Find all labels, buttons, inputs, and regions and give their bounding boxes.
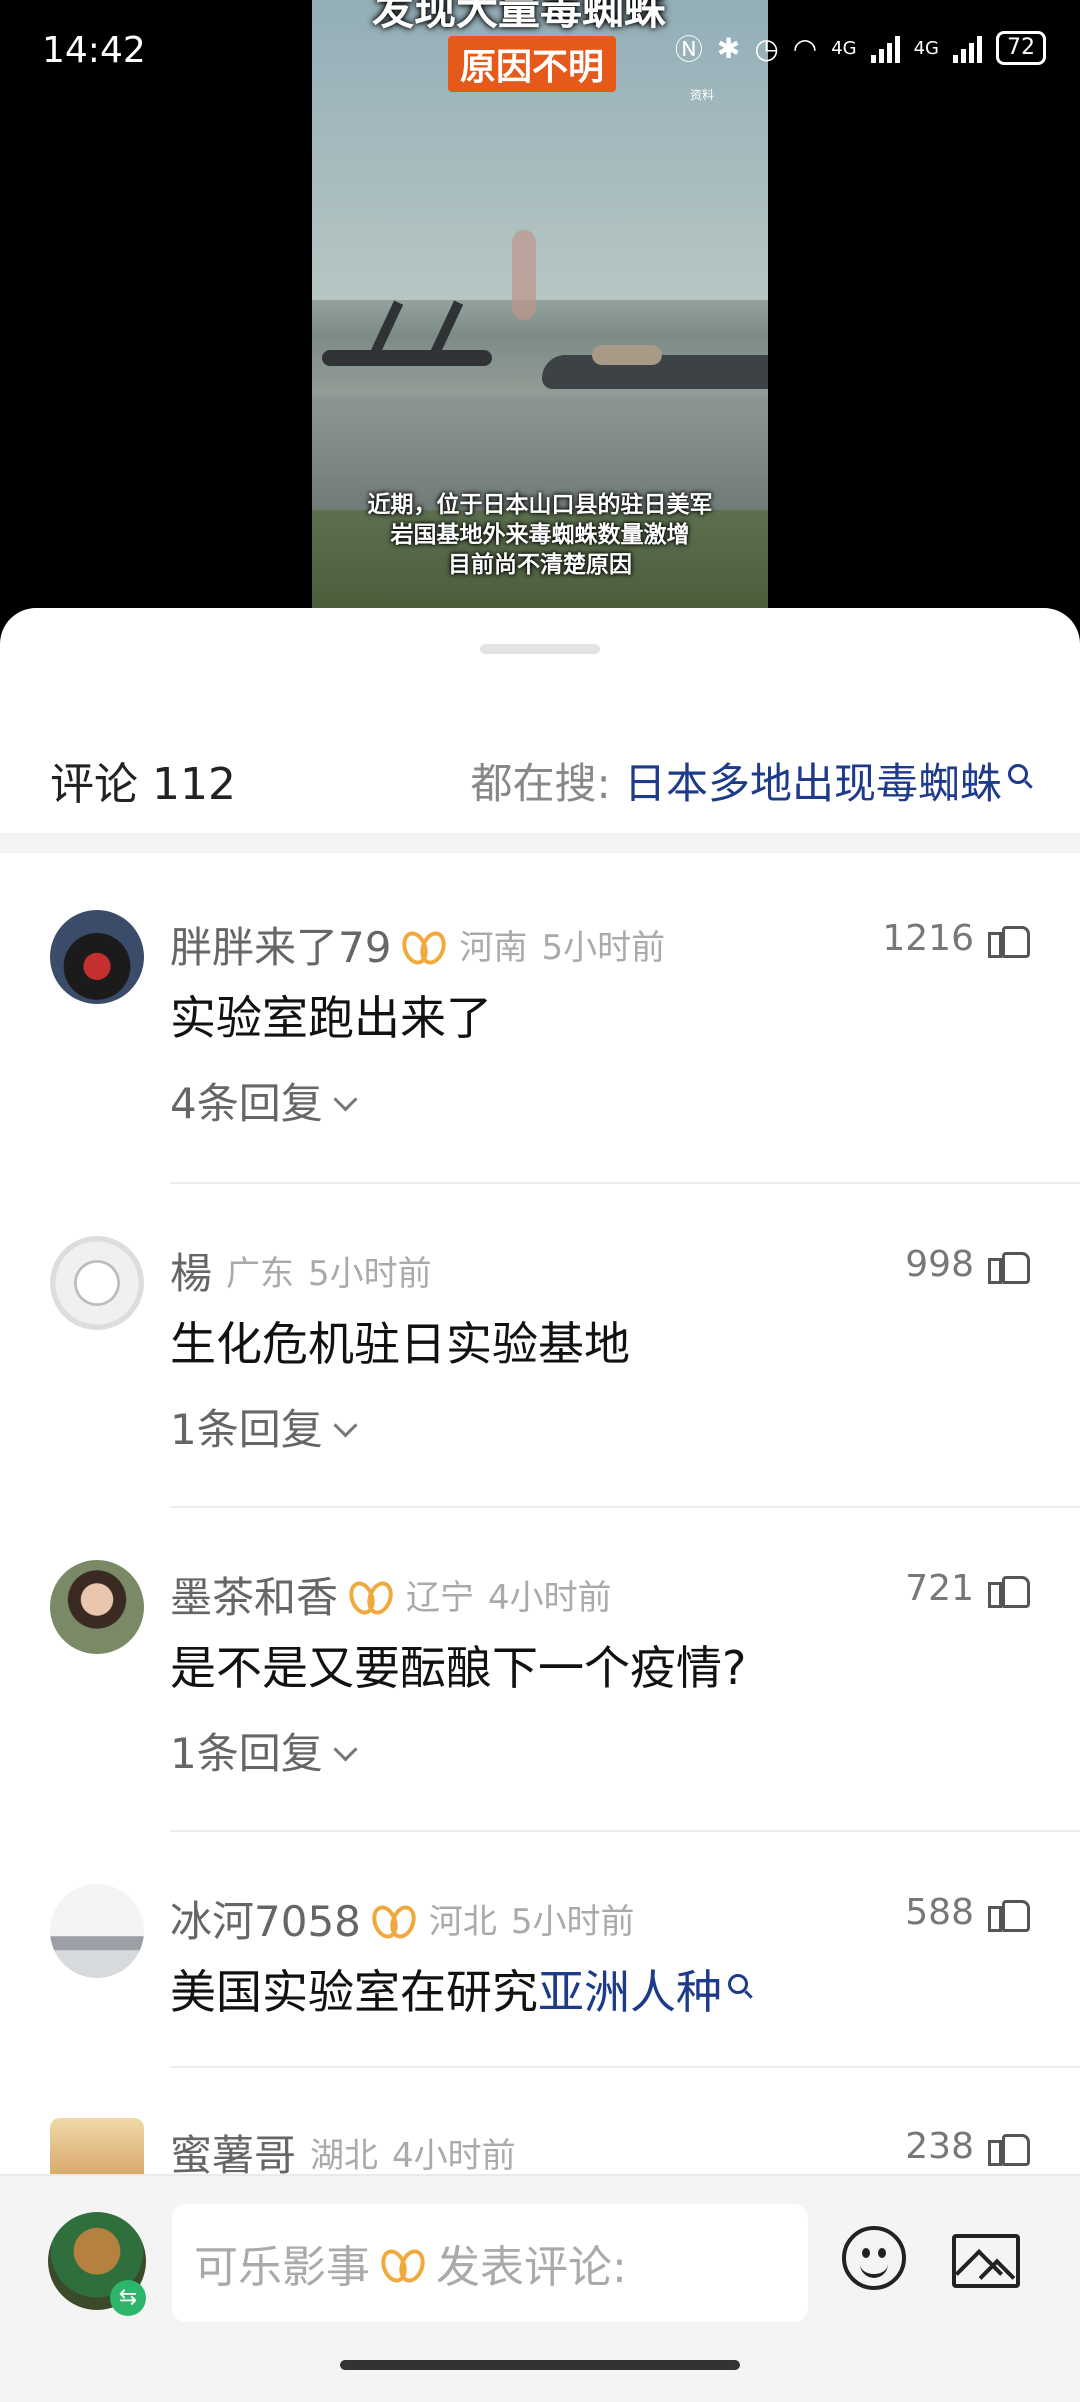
status-time: 14:42 (42, 30, 146, 71)
thumb-up-icon[interactable] (988, 1246, 1030, 1284)
vip-icon (403, 927, 445, 963)
chevron-down-icon (333, 1737, 358, 1762)
wifi-icon: ◠ (792, 31, 818, 65)
comment-text-plain: 美国实验室在研究 (170, 1965, 538, 2019)
comment-user-row: 冰河7058 河北 5小时前 (170, 1888, 635, 1949)
comment-divider (170, 1506, 1080, 1508)
emoji-icon[interactable] (842, 2226, 906, 2290)
like-count: 721 (905, 1568, 974, 1609)
comment-location: 湖北 (310, 2136, 379, 2176)
vip-icon (382, 2245, 424, 2281)
image-icon[interactable] (952, 2234, 1020, 2288)
username[interactable]: 冰河7058 (170, 1888, 361, 1949)
comment-user-row: 楊 广东 5小时前 (170, 1240, 432, 1301)
comment-text: 是不是又要酝酿下一个疫情? (170, 1641, 747, 1695)
thumb-up-icon[interactable] (988, 1894, 1030, 1932)
chevron-down-icon (333, 1413, 358, 1438)
like-count: 998 (905, 1244, 974, 1285)
replies-label: 4条回复 (170, 1079, 323, 1128)
vip-icon (350, 1577, 392, 1613)
thumb-up-icon[interactable] (988, 1570, 1030, 1608)
replies-toggle[interactable]: 1条回复 (170, 1720, 358, 1781)
search-prefix: 都在搜: (470, 759, 624, 808)
emoji-mouth (860, 2260, 888, 2278)
comment-text: 生化危机驻日实验基地 (170, 1317, 630, 1371)
search-icon[interactable] (728, 1974, 748, 1994)
comment-search-link[interactable]: 亚洲人种 (538, 1965, 722, 2019)
status-icons: Ⓝ ✱ ◷ ◠ 4G 4G 72 (675, 28, 1046, 68)
network-label: 4G (831, 37, 857, 59)
network-label-2: 4G (913, 37, 939, 59)
jet-shape (592, 345, 662, 365)
username[interactable]: 胖胖来了79 (170, 914, 391, 975)
section-separator (0, 833, 1080, 853)
signal-icon (870, 33, 900, 63)
signal-icon-2 (953, 33, 982, 63)
username[interactable]: 楊 (170, 1240, 212, 1301)
vip-icon (373, 1901, 415, 1937)
replies-toggle[interactable]: 4条回复 (170, 1070, 358, 1131)
avatar[interactable] (50, 1560, 144, 1654)
jet-shape (322, 350, 492, 366)
caption-line: 岩国基地外来毒蜘蛛数量激增 (390, 522, 690, 548)
comment-location: 辽宁 (406, 1578, 475, 1618)
status-bar: 14:42 Ⓝ ✱ ◷ ◠ 4G 4G 72 (0, 0, 1080, 100)
like-count: 238 (905, 2126, 974, 2167)
like-button[interactable]: 721 (905, 1568, 1030, 1609)
like-count: 1216 (882, 918, 974, 959)
comment-divider (170, 1830, 1080, 1832)
comment-location: 广东 (226, 1254, 295, 1294)
comment-time: 5小时前 (308, 1254, 432, 1294)
input-username: 可乐影事 (194, 2242, 370, 2293)
comment-count: 评论 112 (50, 759, 236, 810)
avatar[interactable] (50, 910, 144, 1004)
comment-text: 实验室跑出来了 (170, 991, 492, 1045)
like-count: 588 (905, 1892, 974, 1933)
comment-input[interactable]: 可乐影事 发表评论: (172, 2204, 808, 2322)
search-icon[interactable] (1008, 764, 1028, 784)
like-button[interactable]: 588 (905, 1892, 1030, 1933)
caption-line: 目前尚不清楚原因 (448, 552, 632, 578)
search-keyword[interactable]: 日本多地出现毒蜘蛛 (624, 759, 1002, 808)
comment-time: 5小时前 (541, 928, 666, 968)
video-smoke (512, 230, 536, 320)
comments-header: 评论 112 都在搜: 日本多地出现毒蜘蛛 (0, 728, 1080, 820)
comment-sheet: 评论 112 都在搜: 日本多地出现毒蜘蛛 胖胖来了79 河南 5小时前 121… (0, 608, 1080, 2400)
jet-shape (370, 300, 404, 355)
nfc-icon: Ⓝ (674, 33, 703, 66)
switch-account-icon[interactable]: ⇆ (110, 2280, 146, 2316)
thumb-up-icon[interactable] (988, 920, 1030, 958)
like-button[interactable]: 238 (905, 2126, 1030, 2167)
replies-toggle[interactable]: 1条回复 (170, 1396, 358, 1457)
alarm-icon: ◷ (754, 31, 779, 65)
comment-user-row: 胖胖来了79 河南 5小时前 (170, 914, 665, 975)
comment-user-row: 墨茶和香 辽宁 4小时前 (170, 1564, 612, 1625)
drag-handle[interactable] (480, 644, 600, 654)
comment-location: 河北 (428, 1902, 497, 1942)
comment-text: 美国实验室在研究亚洲人种 (170, 1956, 748, 2022)
comment-time: 5小时前 (510, 1902, 635, 1942)
avatar[interactable] (50, 1236, 144, 1330)
like-button[interactable]: 1216 (882, 918, 1030, 959)
battery-icon: 72 (996, 31, 1046, 65)
comment-time: 4小时前 (392, 2136, 516, 2176)
comment-location: 河南 (459, 928, 528, 968)
trending-search[interactable]: 都在搜: 日本多地出现毒蜘蛛 (470, 750, 1028, 811)
like-button[interactable]: 998 (905, 1244, 1030, 1285)
jet-shape (430, 300, 464, 355)
home-indicator[interactable] (340, 2360, 740, 2370)
replies-label: 1条回复 (170, 1729, 323, 1778)
comment-time: 4小时前 (488, 1578, 612, 1618)
input-placeholder: 发表评论: (436, 2242, 627, 2293)
video-caption: 近期，位于日本山口县的驻日美军 岩国基地外来毒蜘蛛数量激增 目前尚不清楚原因 (312, 490, 768, 580)
comment-divider (170, 1182, 1080, 1184)
avatar[interactable] (50, 1884, 144, 1978)
caption-line: 近期，位于日本山口县的驻日美军 (367, 492, 713, 518)
username[interactable]: 墨茶和香 (170, 1564, 338, 1625)
replies-label: 1条回复 (170, 1405, 323, 1454)
chevron-down-icon (333, 1087, 358, 1112)
comment-divider (170, 2066, 1080, 2068)
thumb-up-icon[interactable] (988, 2128, 1030, 2166)
bluetooth-icon: ✱ (716, 31, 741, 65)
